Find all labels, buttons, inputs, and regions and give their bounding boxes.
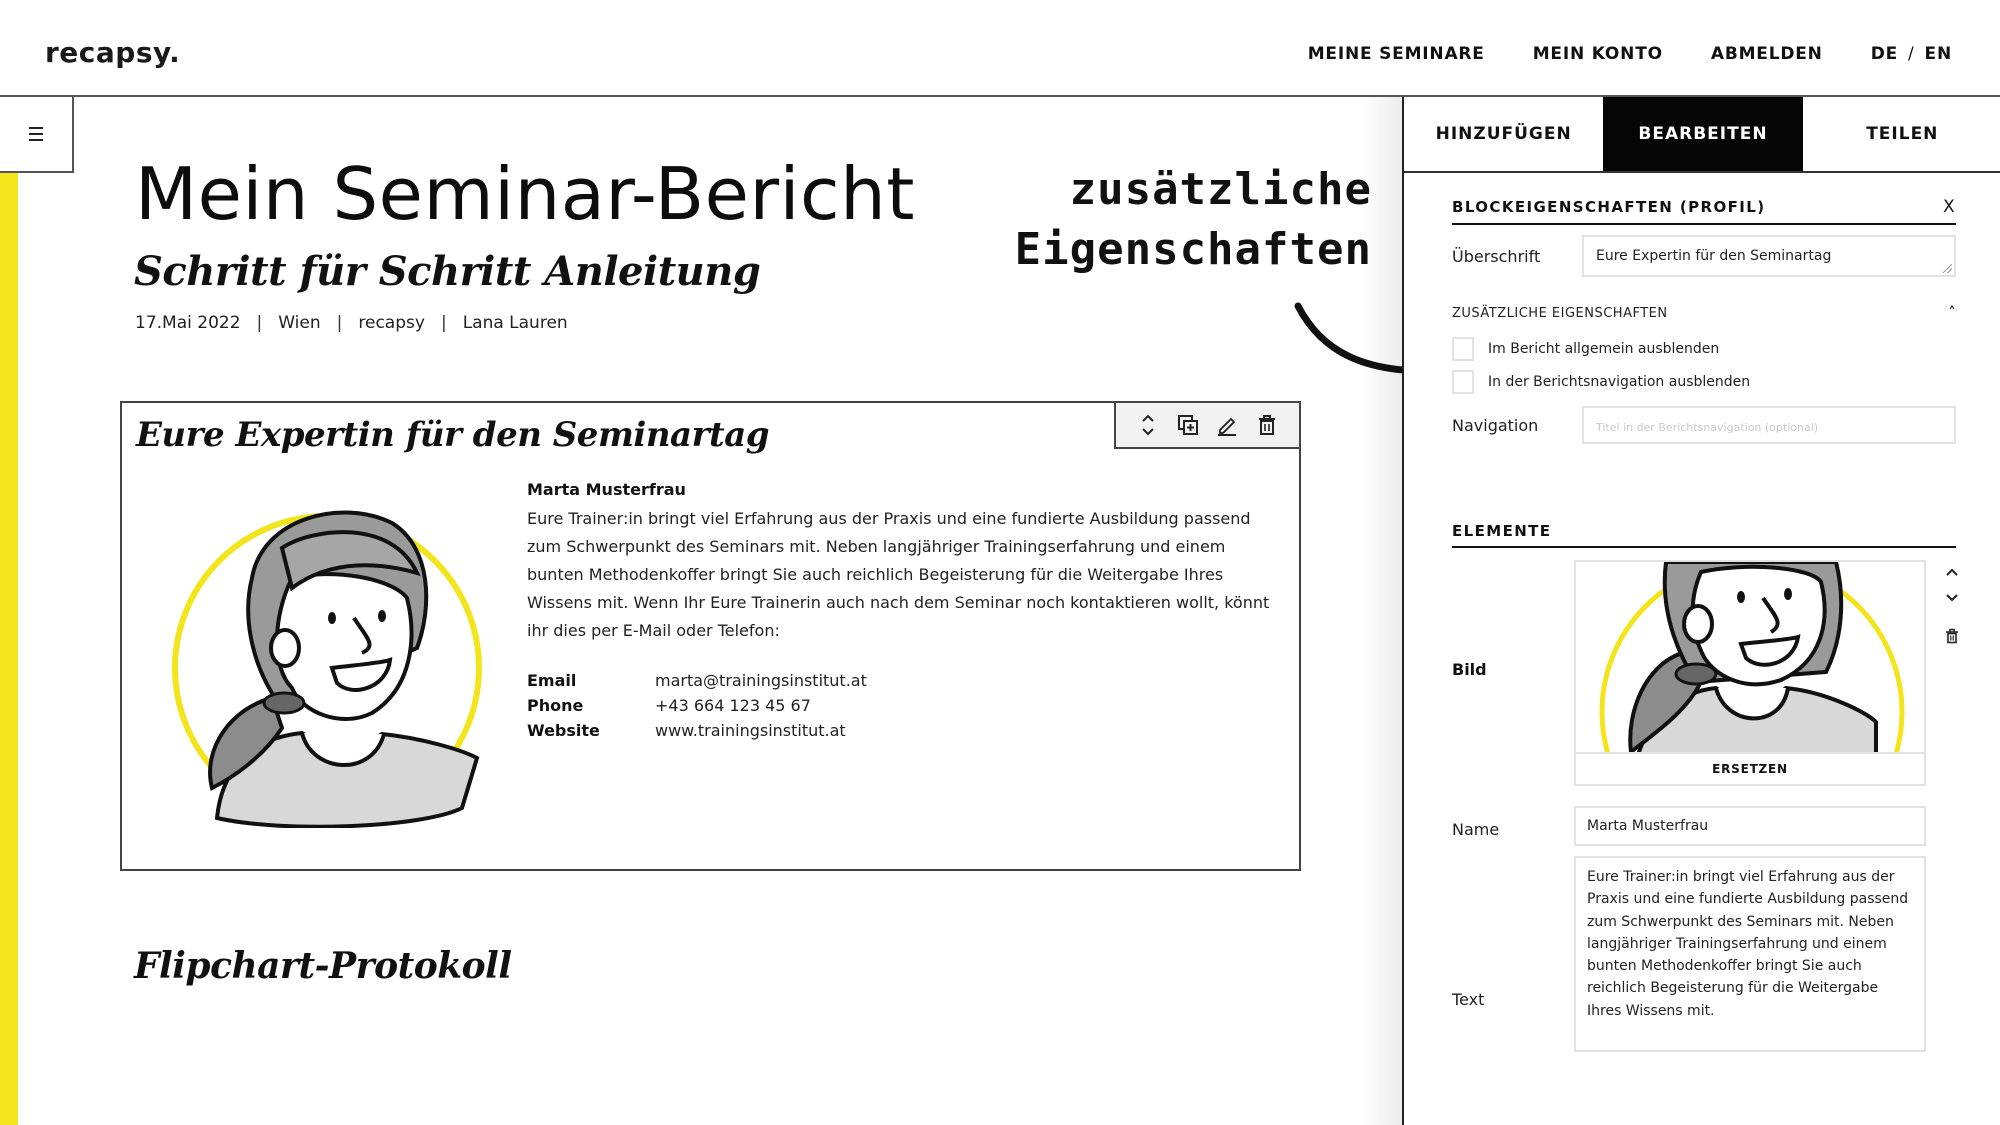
language-switcher: DE / EN	[1871, 44, 1952, 64]
profile-description: Eure Trainer:in bringt viel Erfahrung au…	[527, 509, 1270, 640]
checkbox-label: In der Berichtsnavigation ausblenden	[1488, 374, 1751, 390]
heading-value: Eure Expertin für den Seminartag	[1596, 248, 1832, 264]
text-textarea[interactable]: Eure Trainer:in bringt viel Erfahrung au…	[1574, 856, 1926, 1052]
navigation-placeholder: Titel in der Berichtsnavigation (optiona…	[1596, 421, 1819, 434]
annotation-line-1: zusätzliche	[1069, 164, 1372, 215]
navigation-label: Navigation	[1452, 415, 1539, 435]
meta-location: Wien	[278, 313, 321, 333]
profile-block[interactable]: Eure Expertin für den Seminartag Marta M…	[120, 401, 1301, 871]
edit-pencil-icon[interactable]	[1213, 411, 1241, 439]
top-header: recapsy. MEINE SEMINARE MEIN KONTO ABMEL…	[0, 0, 2000, 97]
meta-organizer: recapsy	[358, 313, 425, 333]
resize-handle-icon[interactable]	[1943, 264, 1952, 273]
tab-teilen[interactable]: TEILEN	[1802, 97, 2000, 171]
logo[interactable]: recapsy.	[45, 36, 180, 69]
checkbox-label: Im Bericht allgemein ausblenden	[1488, 341, 1720, 357]
page-title: Mein Seminar-Bericht	[135, 152, 915, 236]
navigation-title-input[interactable]: Titel in der Berichtsnavigation (optiona…	[1582, 406, 1956, 444]
sidebar-toggle-button[interactable]	[0, 97, 74, 173]
panel-body: BLOCKEIGENSCHAFTEN (PROFIL) X Überschrif…	[1452, 197, 1958, 1068]
extra-properties-title: ZUSÄTZLICHE EIGENSCHAFTEN	[1452, 305, 1668, 321]
nav-abmelden[interactable]: ABMELDEN	[1711, 44, 1823, 64]
trash-icon[interactable]	[1253, 411, 1281, 439]
nav-meine-seminare[interactable]: MEINE SEMINARE	[1308, 44, 1485, 64]
heading-row: Überschrift Eure Expertin für den Semina…	[1452, 235, 1956, 277]
annotation-callout: zusätzliche Eigenschaften	[1000, 160, 1372, 280]
lang-de[interactable]: DE	[1871, 44, 1898, 64]
image-preview	[1574, 560, 1926, 754]
contact-label: Website	[527, 721, 600, 740]
move-down-icon[interactable]	[1942, 588, 1962, 608]
editor-panel: HINZUFÜGEN BEARBEITEN TEILEN BLOCKEIGENS…	[1402, 97, 2000, 1125]
hide-in-report-checkbox[interactable]	[1452, 337, 1474, 361]
meta-separator: |	[440, 313, 447, 333]
tab-bearbeiten[interactable]: BEARBEITEN	[1603, 97, 1803, 171]
lang-separator: /	[1908, 44, 1915, 64]
move-up-icon[interactable]	[1942, 562, 1962, 582]
text-label: Text	[1452, 990, 1485, 1009]
nav-mein-konto[interactable]: MEIN KONTO	[1533, 44, 1663, 64]
contact-label: Email	[527, 671, 577, 690]
report-meta: 17.Mai 2022 | Wien | recapsy | Lana Laur…	[135, 313, 568, 333]
accent-stripe	[0, 173, 18, 1125]
profile-name: Marta Musterfrau	[527, 480, 686, 499]
contact-email[interactable]: marta@trainingsinstitut.at	[655, 671, 867, 690]
contact-label: Phone	[527, 696, 584, 715]
checkbox-row-hide-report: Im Bericht allgemein ausblenden	[1452, 337, 1956, 361]
checkbox-row-hide-nav: In der Berichtsnavigation ausblenden	[1452, 370, 1956, 394]
hamburger-menu-icon	[29, 125, 43, 143]
contact-phone[interactable]: +43 664 123 45 67	[655, 696, 867, 715]
navigation-row: Navigation Titel in der Berichtsnavigati…	[1452, 406, 1956, 444]
meta-separator: |	[256, 313, 263, 333]
heading-label: Überschrift	[1452, 246, 1541, 266]
tab-hinzufuegen[interactable]: HINZUFÜGEN	[1404, 97, 1604, 171]
name-label: Name	[1452, 820, 1500, 839]
avatar-illustration	[172, 510, 482, 828]
name-input[interactable]: Marta Musterfrau	[1574, 806, 1926, 846]
block-toolbar	[1114, 401, 1301, 449]
hide-in-navigation-checkbox[interactable]	[1452, 370, 1474, 394]
contact-list: Email marta@trainingsinstitut.at Phone +…	[527, 671, 867, 740]
annotation-line-2: Eigenschaften	[1014, 224, 1372, 275]
duplicate-icon[interactable]	[1174, 411, 1202, 439]
heading-textarea[interactable]: Eure Expertin für den Seminartag	[1582, 235, 1956, 277]
close-icon[interactable]: X	[1943, 197, 1956, 217]
profile-block-heading: Eure Expertin für den Seminartag	[136, 415, 770, 455]
elements-title: ELEMENTE	[1452, 522, 1552, 540]
delete-element-icon[interactable]	[1942, 626, 1962, 646]
elements-header: ELEMENTE	[1452, 522, 1956, 548]
chevron-up-icon[interactable]: ˄	[1949, 305, 1957, 321]
page-subtitle: Schritt für Schritt Anleitung	[134, 248, 761, 295]
extra-properties-toggle[interactable]: ZUSÄTZLICHE EIGENSCHAFTEN ˄	[1452, 305, 1956, 321]
top-navigation: MEINE SEMINARE MEIN KONTO ABMELDEN DE / …	[1308, 44, 1952, 64]
image-label: Bild	[1452, 660, 1487, 679]
contact-website[interactable]: www.trainingsinstitut.at	[655, 721, 867, 740]
meta-separator: |	[336, 313, 343, 333]
avatar-thumbnail	[1599, 562, 1905, 752]
panel-tabs: HINZUFÜGEN BEARBEITEN TEILEN	[1404, 97, 2000, 173]
meta-date: 17.Mai 2022	[135, 313, 241, 333]
lang-en[interactable]: EN	[1925, 44, 1952, 64]
replace-image-button[interactable]: ERSETZEN	[1574, 754, 1926, 786]
meta-author: Lana Lauren	[462, 313, 568, 333]
block-properties-title: BLOCKEIGENSCHAFTEN (PROFIL)	[1452, 198, 1766, 216]
move-up-down-icon[interactable]	[1134, 411, 1162, 439]
block-properties-header: BLOCKEIGENSCHAFTEN (PROFIL) X	[1452, 197, 1956, 225]
section-heading-flipchart: Flipchart-Protokoll	[134, 945, 512, 987]
elements-list: Bild ERSETZEN Name Marta Musterfrau Text…	[1452, 548, 1958, 1068]
